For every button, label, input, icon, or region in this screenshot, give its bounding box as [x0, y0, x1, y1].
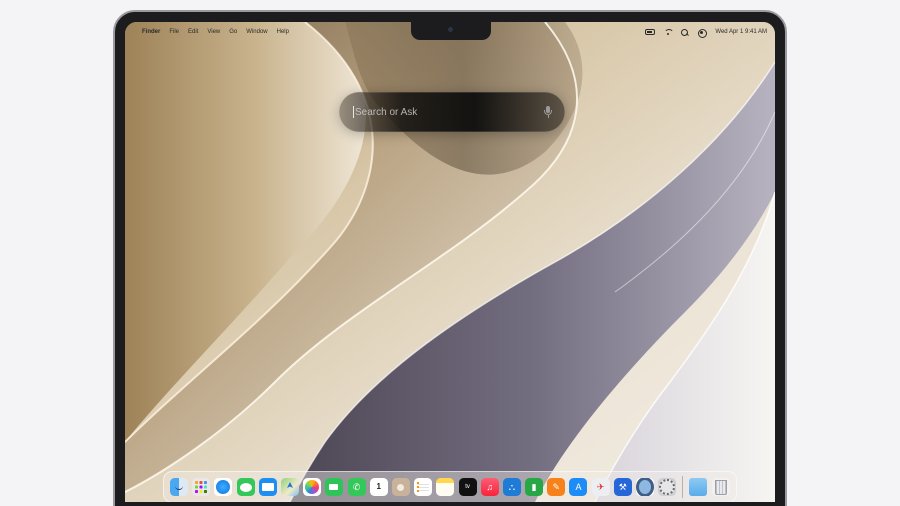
dock-trash-icon[interactable]	[711, 478, 730, 496]
dock-music-icon[interactable]: ♫	[480, 478, 499, 496]
menu-bar-clock[interactable]: Wed Apr 1 9:41 AM	[715, 29, 767, 35]
dock-contacts-icon[interactable]	[391, 478, 410, 496]
dock-launchpad-icon[interactable]	[192, 478, 211, 496]
camera-notch	[411, 22, 491, 40]
dock-safari-icon[interactable]	[214, 478, 233, 496]
dock-phone-icon[interactable]: ✆	[347, 478, 366, 496]
battery-icon[interactable]	[645, 29, 656, 35]
menu-view[interactable]: View	[207, 29, 220, 35]
dock-numbers-icon[interactable]: ▮	[525, 478, 544, 496]
dock-mail-icon[interactable]	[258, 478, 277, 496]
dock-system-settings-icon[interactable]	[658, 478, 677, 496]
dock-notes-icon[interactable]	[436, 478, 455, 496]
dock-finder-icon[interactable]	[170, 478, 189, 496]
wifi-icon[interactable]	[664, 28, 675, 36]
dock-calendar-icon[interactable]: 1	[369, 478, 388, 496]
dock-keynote-icon[interactable]: ⛬	[502, 478, 521, 496]
dock-apple-tv-icon[interactable]: tv	[458, 478, 477, 496]
spotlight-menu-icon[interactable]	[681, 28, 689, 36]
dock-maps-icon[interactable]	[281, 478, 300, 496]
dock-safari-technology-preview-icon[interactable]	[636, 478, 655, 496]
dock-xcode-icon[interactable]: ⚒	[613, 478, 632, 496]
menu-bar-status: Wed Apr 1 9:41 AM	[645, 28, 767, 38]
dock-downloads-folder-icon[interactable]	[689, 478, 708, 496]
dock-testflight-icon[interactable]: ✈	[591, 478, 610, 496]
dock-messages-icon[interactable]	[236, 478, 255, 496]
dock-separator	[682, 476, 684, 498]
dock-pages-icon[interactable]: ✎	[547, 478, 566, 496]
microphone-icon[interactable]	[543, 105, 553, 119]
menu-edit[interactable]: Edit	[188, 29, 198, 35]
laptop-frame: Finder File Edit View Go Window Help Wed…	[113, 10, 787, 506]
dock-photos-icon[interactable]	[303, 478, 322, 496]
menu-file[interactable]: File	[169, 29, 179, 35]
desktop-screen: Finder File Edit View Go Window Help Wed…	[125, 22, 775, 502]
spotlight-search-bar[interactable]	[339, 92, 565, 132]
control-center-icon[interactable]	[698, 28, 708, 38]
spotlight-search-input[interactable]	[355, 106, 543, 118]
dock-facetime-icon[interactable]	[325, 478, 344, 496]
dock: ✆ 1 tv ♫ ⛬ ▮ ✎ A ✈ ⚒	[163, 471, 737, 502]
menu-window[interactable]: Window	[246, 29, 267, 35]
text-caret	[353, 106, 354, 118]
menu-app-name[interactable]: Finder	[142, 29, 160, 35]
dock-reminders-icon[interactable]	[414, 478, 433, 496]
camera-lens	[448, 27, 453, 32]
dock-app-store-icon[interactable]: A	[569, 478, 588, 496]
menu-go[interactable]: Go	[229, 29, 237, 35]
menu-help[interactable]: Help	[277, 29, 289, 35]
